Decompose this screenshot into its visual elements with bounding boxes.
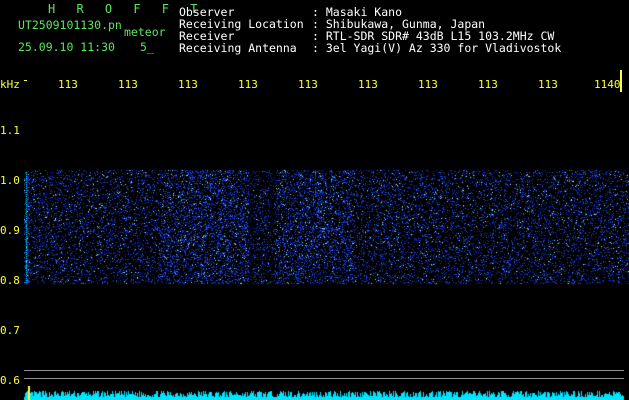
spectrogram-canvas: [24, 98, 629, 388]
info-labels: Observer Receiving Location Receiver Rec…: [179, 6, 304, 54]
baseline-strip: [0, 364, 629, 400]
file-name: UT2509101130.pn: [18, 18, 122, 32]
datetime: 25.09.10 11:30: [18, 40, 115, 54]
label-antenna: Receiving Antenna: [179, 41, 297, 55]
info-values: : Masaki Kano : Shibukawa, Gunma, Japan …: [312, 6, 561, 54]
value-antenna: : 3el Yagi(V) Az 330 for Vladivostok: [312, 41, 562, 55]
spectrogram-plot: [24, 98, 629, 388]
reference-line: [24, 378, 624, 379]
reference-line: [24, 370, 624, 371]
mode-label: meteor: [124, 25, 166, 39]
noise-baseline: [0, 386, 629, 400]
count-label: 5_: [140, 40, 154, 54]
hroft-window: H R O F F T UT2509101130.pn meteor 25.09…: [0, 0, 629, 400]
